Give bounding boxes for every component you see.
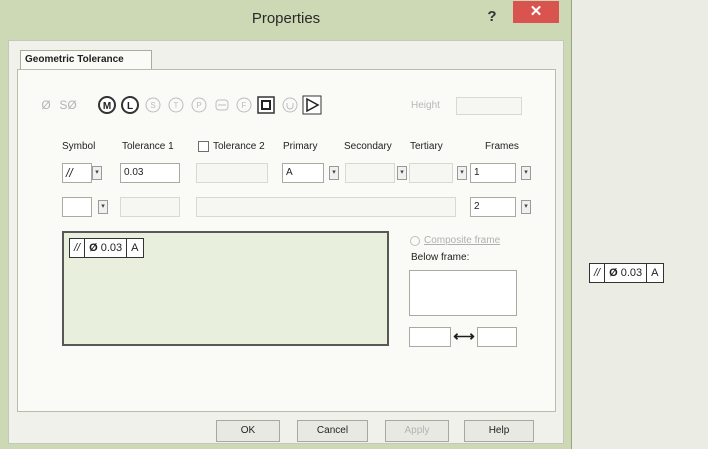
tertiary-header: Tertiary [410,141,443,152]
below-frame-right-field[interactable] [477,327,517,347]
placed-tolerance: Ø 0.03 [605,264,648,282]
symbol-header: Symbol [62,141,96,152]
regardless-size-icon[interactable]: S [143,95,163,115]
statistical-icon[interactable] [212,95,232,115]
diameter-icon[interactable]: Ø [36,95,56,115]
secondary-dropdown-icon[interactable]: ▾ [397,166,407,180]
tolerance1-header: Tolerance 1 [122,141,174,152]
tab-geometric-tolerance[interactable]: Geometric Tolerance [20,50,152,70]
swap-arrows-icon[interactable]: ⟷ [451,327,477,347]
svg-text:M: M [103,101,111,112]
help-title-icon[interactable]: ? [481,6,503,28]
primary-dropdown-icon[interactable]: ▾ [329,166,339,180]
svg-text:P: P [196,101,201,110]
drawing-area: // Ø 0.03 A [573,0,708,449]
placed-datum: A [651,267,659,279]
tolerance1-input[interactable]: 0.03 [120,163,180,183]
frames-header: Frames [485,141,519,152]
symbol-dropdown-2-icon[interactable]: ▾ [98,200,108,214]
triangle-datum-icon[interactable] [302,95,322,115]
symbol-select[interactable]: // [62,163,92,183]
close-button[interactable]: ✕ [513,1,559,23]
tertiary-dropdown-icon[interactable]: ▾ [457,166,467,180]
placed-feature-control-frame[interactable]: // Ø 0.03 A [589,263,664,283]
help-button[interactable]: Help [464,420,534,442]
svg-text:L: L [127,101,133,112]
secondary-input[interactable] [345,163,395,183]
feature-control-frame: // Ø 0.03 A [69,238,144,258]
apply-button[interactable]: Apply [385,420,449,442]
frames-input[interactable]: 1 [470,163,516,183]
envelope-icon[interactable] [256,95,276,115]
height-input[interactable] [456,97,522,115]
fcf-tolerance: Ø 0.03 [85,239,128,257]
spherical-diameter-icon[interactable]: SØ [58,95,78,115]
least-material-icon[interactable]: L [120,95,140,115]
tolerance2-header: Tolerance 2 [213,141,265,152]
composite-frame-label: Composite frame [424,235,501,246]
fcf-symbol: // [70,239,86,257]
max-material-icon[interactable]: M [97,95,117,115]
svg-text:F: F [242,101,247,110]
frames-spin-icon[interactable]: ▾ [521,166,531,180]
frames-spin-2-icon[interactable]: ▾ [521,200,531,214]
unequal-profile-icon[interactable] [280,95,300,115]
properties-dialog: Properties ? ✕ Geometric Tolerance Ø S Ø … [0,0,572,449]
primary-header: Primary [283,141,318,152]
ok-button[interactable]: OK [216,420,280,442]
below-frame-left-field[interactable] [409,327,451,347]
svg-text:T: T [174,101,179,110]
tolerance2-checkbox[interactable] [198,141,209,152]
tolerance1-input-2[interactable] [120,197,180,217]
svg-text:S: S [150,101,155,110]
below-frame-label: Below frame: [411,252,470,263]
tolerance2-input[interactable] [196,163,268,183]
frames-input-2[interactable]: 2 [470,197,516,217]
free-state-icon[interactable]: F [234,95,254,115]
cancel-button[interactable]: Cancel [297,420,368,442]
row2-value-input[interactable] [196,197,456,217]
height-label: Height [411,100,440,111]
primary-input[interactable]: A [282,163,324,183]
symbol-dropdown-icon[interactable]: ▾ [92,166,102,180]
below-frame-preview [409,270,517,316]
secondary-header: Secondary [344,141,392,152]
preview-area: // Ø 0.03 A [62,231,389,346]
title-bar[interactable]: Properties ? ✕ [0,0,572,36]
composite-frame-radio[interactable] [410,236,420,246]
tertiary-input[interactable] [409,163,453,183]
placed-symbol: // [590,264,606,282]
fcf-datum: A [131,242,139,254]
projected-zone-icon[interactable]: P [189,95,209,115]
symbol-select-2[interactable] [62,197,92,217]
tangent-plane-icon[interactable]: T [166,95,186,115]
